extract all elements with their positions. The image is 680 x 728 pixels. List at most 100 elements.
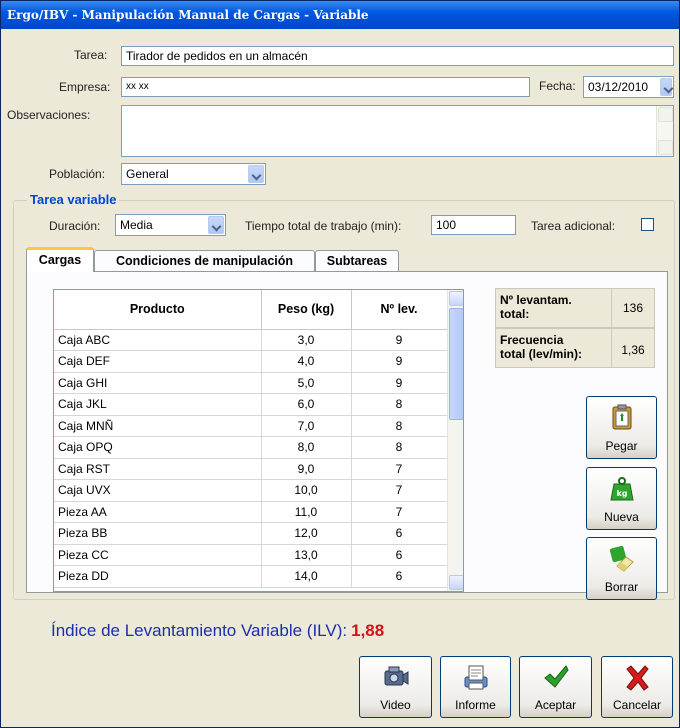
cell-producto[interactable]: Caja UVX [54, 479, 262, 502]
video-camera-icon [384, 666, 408, 686]
tab-subtareas[interactable]: Subtareas [315, 250, 399, 272]
table-row[interactable]: Pieza AA 11,0 7 [54, 501, 463, 523]
table-row[interactable]: Caja DEF 4,0 9 [54, 350, 463, 373]
frecuencia-label-2: total (lev/min): [500, 347, 583, 361]
scroll-up-icon[interactable] [449, 291, 463, 306]
cell-peso[interactable]: 9,0 [261, 458, 352, 480]
cell-peso[interactable]: 11,0 [261, 501, 352, 523]
table-scrollbar[interactable] [447, 290, 463, 591]
table-row[interactable]: Caja GHI 5,0 9 [54, 372, 463, 394]
cell-peso[interactable]: 7,0 [261, 415, 352, 437]
levantamientos-label-1: Nº levantam. [500, 293, 572, 307]
ilv-indicator: Índice de Levantamiento Variable (ILV): 1… [51, 621, 384, 641]
nueva-button[interactable]: kg Nueva [586, 467, 657, 530]
table-row[interactable]: Pieza CC 13,0 6 [54, 544, 463, 566]
cell-levantamientos[interactable]: 7 [351, 458, 448, 480]
cell-peso[interactable]: 14,0 [261, 565, 352, 588]
tarea-label: Tarea: [74, 48, 108, 62]
tiempo-label: Tiempo total de trabajo (min): [245, 219, 402, 233]
duracion-label: Duración: [49, 219, 101, 233]
informe-button-label: Informe [455, 698, 496, 712]
cell-peso[interactable]: 8,0 [261, 436, 352, 459]
cell-producto[interactable]: Caja DEF [54, 350, 262, 373]
cell-peso[interactable]: 12,0 [261, 522, 352, 545]
empresa-input[interactable]: xx xx [121, 77, 530, 97]
checkmark-icon [543, 665, 569, 688]
tiempo-input[interactable]: 100 [431, 215, 516, 235]
cell-levantamientos[interactable]: 8 [351, 415, 448, 437]
weight-kg-icon: kg [609, 477, 634, 501]
table-row[interactable]: Caja RST 9,0 7 [54, 458, 463, 480]
scroll-up-icon[interactable] [658, 107, 673, 122]
observaciones-textarea[interactable] [121, 105, 674, 157]
borrar-button[interactable]: Borrar [586, 537, 657, 600]
aceptar-button[interactable]: Aceptar [519, 656, 592, 718]
table-row[interactable]: Pieza DD 14,0 6 [54, 565, 463, 588]
table-row[interactable]: Pieza BB 12,0 6 [54, 522, 463, 545]
table-row[interactable]: Caja ABC 3,0 9 [54, 329, 463, 351]
scroll-down-icon[interactable] [449, 575, 463, 590]
cancelar-button[interactable]: Cancelar [601, 656, 673, 718]
cell-levantamientos[interactable]: 9 [351, 329, 448, 351]
fecha-label: Fecha: [539, 79, 576, 93]
chevron-down-icon[interactable] [660, 78, 672, 96]
informe-button[interactable]: Informe [440, 656, 511, 718]
scroll-down-icon[interactable] [658, 140, 673, 155]
cell-levantamientos[interactable]: 8 [351, 393, 448, 416]
report-icon [464, 665, 487, 690]
cell-peso[interactable]: 4,0 [261, 350, 352, 373]
cell-levantamientos[interactable]: 9 [351, 350, 448, 373]
cell-levantamientos[interactable]: 7 [351, 479, 448, 502]
cancelar-button-label: Cancelar [612, 698, 662, 712]
video-button[interactable]: Video [359, 656, 432, 718]
frecuencia-total-value: 1,36 [621, 343, 645, 357]
frecuencia-label-1: Frecuencia [500, 333, 564, 347]
cell-peso[interactable]: 3,0 [261, 329, 352, 351]
scroll-thumb[interactable] [449, 308, 463, 420]
table-row[interactable]: Caja OPQ 8,0 8 [54, 436, 463, 459]
duracion-select[interactable]: Media [115, 214, 226, 236]
cell-producto[interactable]: Caja GHI [54, 372, 262, 394]
cell-levantamientos[interactable]: 6 [351, 522, 448, 545]
cell-producto[interactable]: Pieza AA [54, 501, 262, 523]
tarea-adicional-label: Tarea adicional: [531, 219, 616, 233]
column-header-levantamientos[interactable]: Nº lev. [351, 290, 448, 330]
cell-producto[interactable]: Pieza CC [54, 544, 262, 566]
poblacion-label: Población: [49, 167, 106, 181]
fecha-picker[interactable]: 03/12/2010 [583, 76, 674, 98]
cell-producto[interactable]: Pieza BB [54, 522, 262, 545]
chevron-down-icon[interactable] [208, 216, 224, 234]
cell-levantamientos[interactable]: 9 [351, 372, 448, 394]
cell-producto[interactable]: Caja OPQ [54, 436, 262, 459]
ilv-label: Índice de Levantamiento Variable (ILV): [51, 621, 348, 640]
poblacion-select[interactable]: General [121, 163, 266, 185]
cell-producto[interactable]: Caja MNÑ [54, 415, 262, 437]
cell-levantamientos[interactable]: 8 [351, 436, 448, 459]
chevron-down-icon[interactable] [248, 165, 264, 183]
levantamientos-total-value: 136 [622, 301, 644, 315]
tarea-input[interactable]: Tirador de pedidos en un almacén [121, 46, 674, 66]
cell-producto[interactable]: Pieza DD [54, 565, 262, 588]
tab-condiciones-manipulacion[interactable]: Condiciones de manipulación [94, 250, 315, 272]
cell-levantamientos[interactable]: 6 [351, 544, 448, 566]
cell-peso[interactable]: 5,0 [261, 372, 352, 394]
levantamientos-total-box: Nº levantam. total: 136 [495, 288, 655, 328]
pegar-button[interactable]: Pegar [586, 396, 657, 459]
table-row[interactable]: Caja JKL 6,0 8 [54, 393, 463, 416]
cell-producto[interactable]: Caja ABC [54, 329, 262, 351]
cell-peso[interactable]: 6,0 [261, 393, 352, 416]
cell-producto[interactable]: Caja JKL [54, 393, 262, 416]
cell-peso[interactable]: 13,0 [261, 544, 352, 566]
column-header-producto[interactable]: Producto [54, 290, 262, 330]
cell-peso[interactable]: 10,0 [261, 479, 352, 502]
pegar-button-label: Pegar [605, 439, 638, 453]
table-row[interactable]: Caja UVX 10,0 7 [54, 479, 463, 502]
cell-producto[interactable]: Caja RST [54, 458, 262, 480]
tarea-adicional-checkbox[interactable] [641, 218, 654, 231]
table-row[interactable]: Caja MNÑ 7,0 8 [54, 415, 463, 437]
cell-levantamientos[interactable]: 6 [351, 565, 448, 588]
cell-levantamientos[interactable]: 7 [351, 501, 448, 523]
observaciones-scrollbar[interactable] [656, 106, 673, 156]
tab-cargas[interactable]: Cargas [26, 247, 94, 272]
column-header-peso[interactable]: Peso (kg) [261, 290, 352, 330]
